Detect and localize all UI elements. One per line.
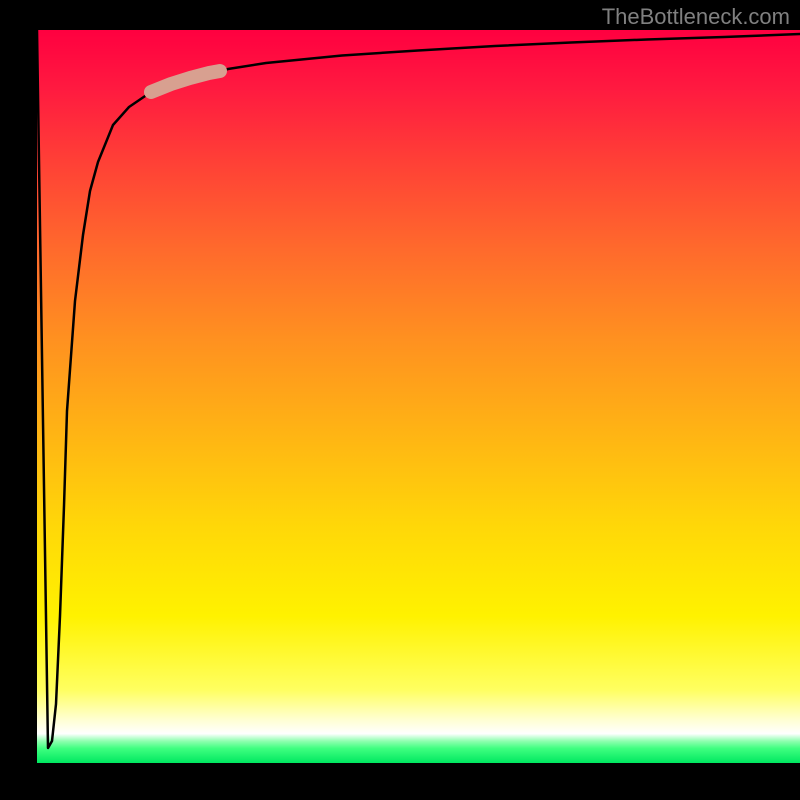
curve-highlight-segment	[151, 71, 220, 92]
watermark-text: TheBottleneck.com	[602, 4, 790, 30]
curve-path	[37, 30, 800, 748]
bottleneck-curve	[37, 30, 800, 763]
plot-area	[37, 30, 800, 763]
chart-frame: TheBottleneck.com	[0, 0, 800, 800]
